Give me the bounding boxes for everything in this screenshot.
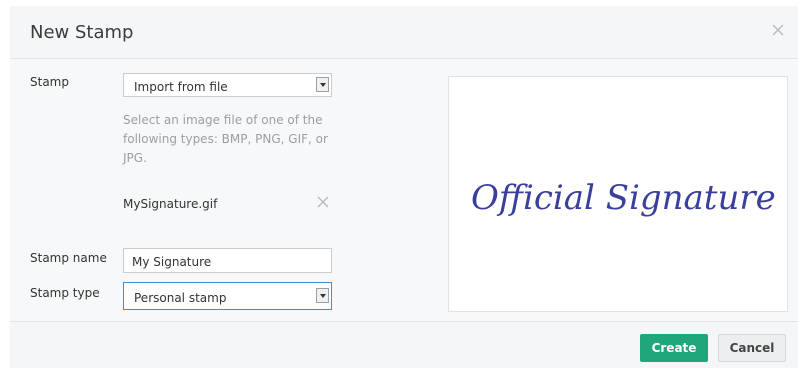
stamp-source-select[interactable]: Import from file <box>123 73 332 97</box>
stamp-preview: Official Signature <box>448 76 788 312</box>
stamp-source-value: Import from file <box>134 80 228 94</box>
cancel-button[interactable]: Cancel <box>718 334 786 362</box>
stamp-name-label: Stamp name <box>30 251 107 265</box>
signature-image: Official Signature <box>471 178 776 218</box>
stamp-type-value: Personal stamp <box>134 291 227 305</box>
stamp-label: Stamp <box>30 75 69 89</box>
dialog-footer: Create Cancel <box>10 321 798 368</box>
signature-text: Official Signature <box>471 178 776 218</box>
dropdown-arrow-icon <box>316 77 329 92</box>
dialog-body: Stamp Import from file Select an image f… <box>10 59 798 321</box>
stamp-name-value: My Signature <box>132 255 212 269</box>
dropdown-arrow-icon <box>316 288 329 303</box>
selected-file-name: MySignature.gif <box>123 197 218 211</box>
stamp-type-select[interactable]: Personal stamp <box>123 282 332 310</box>
remove-file-icon[interactable] <box>315 194 331 210</box>
create-button[interactable]: Create <box>640 334 708 362</box>
close-icon[interactable] <box>768 20 788 40</box>
dialog-header: New Stamp <box>10 6 798 59</box>
stamp-type-label: Stamp type <box>30 286 100 300</box>
dialog-title: New Stamp <box>30 22 134 43</box>
stamp-name-input[interactable]: My Signature <box>123 248 332 273</box>
file-type-help-text: Select an image file of one of the follo… <box>123 113 328 165</box>
new-stamp-dialog: New Stamp Stamp Import from file Select … <box>10 6 798 368</box>
